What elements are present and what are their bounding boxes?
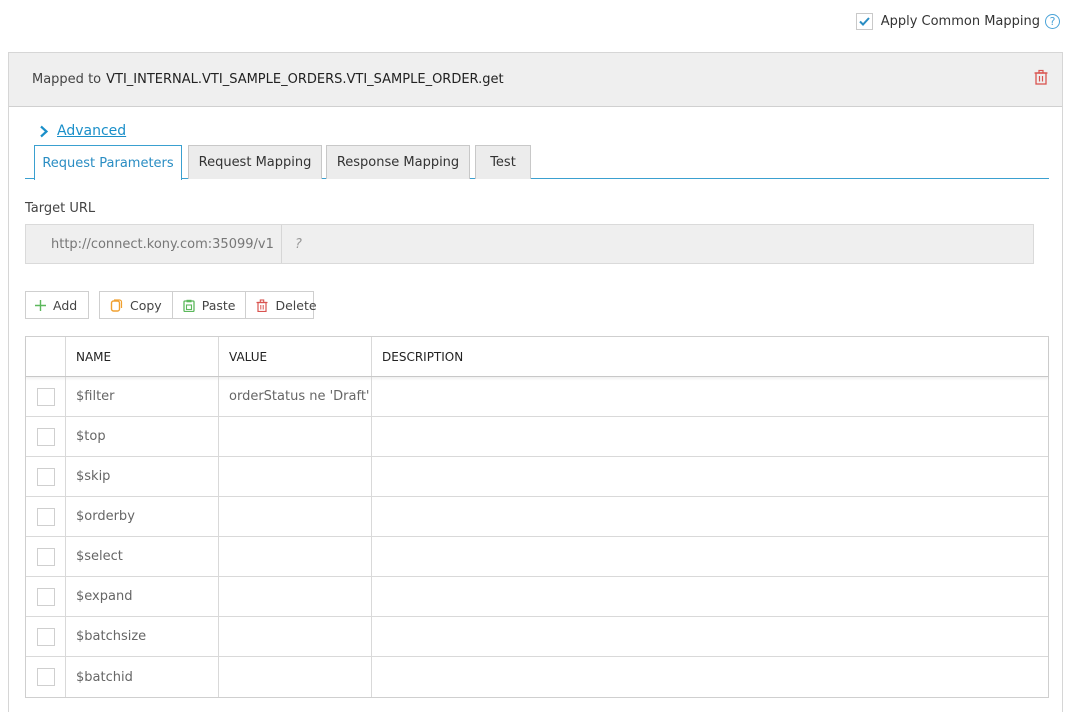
header-select-cell — [26, 337, 66, 376]
param-name[interactable]: $batchid — [66, 657, 219, 697]
tab-request-parameters[interactable]: Request Parameters — [34, 145, 182, 180]
param-name[interactable]: $skip — [66, 457, 219, 496]
target-url-field: http://connect.kony.com:35099/v1 ? — [25, 224, 1034, 264]
row-select-cell — [26, 377, 66, 416]
panel-header: Mapped to VTI_INTERNAL.VTI_SAMPLE_ORDERS… — [9, 53, 1062, 107]
copy-label: Copy — [130, 297, 162, 313]
table-row: $filter orderStatus ne 'Draft' — [26, 377, 1048, 417]
row-checkbox[interactable] — [36, 587, 55, 606]
apply-common-mapping-checkbox[interactable] — [855, 13, 873, 30]
row-checkbox[interactable] — [36, 387, 55, 406]
help-icon[interactable]: ? — [1045, 14, 1060, 29]
param-value[interactable] — [219, 657, 372, 697]
row-select-cell — [26, 617, 66, 656]
table-row: $batchid — [26, 657, 1048, 697]
tab-bar: Request Parameters Request Mapping Respo… — [25, 145, 1049, 180]
row-checkbox[interactable] — [36, 507, 55, 526]
row-checkbox[interactable] — [36, 547, 55, 566]
apply-common-mapping: Apply Common Mapping ? — [855, 13, 1060, 30]
edit-button-group: Copy Paste Delete — [99, 291, 317, 319]
delete-label: Delete — [275, 297, 317, 313]
param-value[interactable] — [219, 497, 372, 536]
param-description[interactable] — [372, 417, 1048, 456]
trash-icon — [1034, 69, 1048, 85]
row-select-cell — [26, 457, 66, 496]
add-button[interactable]: Add — [25, 291, 89, 319]
param-description[interactable] — [372, 577, 1048, 616]
param-description[interactable] — [372, 497, 1048, 536]
advanced-toggle[interactable]: Advanced — [39, 123, 126, 139]
table-row: $batchsize — [26, 617, 1048, 657]
param-value[interactable] — [219, 577, 372, 616]
param-value[interactable] — [219, 417, 372, 456]
copy-button[interactable]: Copy — [100, 292, 173, 318]
table-row: $top — [26, 417, 1048, 457]
row-checkbox[interactable] — [36, 427, 55, 446]
mapped-prefix: Mapped to — [32, 72, 102, 87]
param-name[interactable]: $batchsize — [66, 617, 219, 656]
table-row: $expand — [26, 577, 1048, 617]
paste-button[interactable]: Paste — [173, 292, 247, 318]
param-description[interactable] — [372, 537, 1048, 576]
target-url-path-input[interactable]: ? — [282, 237, 302, 252]
table-header: NAME VALUE DESCRIPTION — [26, 337, 1048, 377]
column-header-description[interactable]: DESCRIPTION — [372, 337, 1048, 376]
delete-mapping-button[interactable] — [1033, 69, 1049, 89]
target-url-label: Target URL — [25, 201, 96, 216]
param-description[interactable] — [372, 617, 1048, 656]
param-value[interactable]: orderStatus ne 'Draft' — [219, 377, 372, 416]
row-select-cell — [26, 497, 66, 536]
param-value[interactable] — [219, 537, 372, 576]
row-checkbox[interactable] — [36, 668, 55, 686]
paste-label: Paste — [201, 297, 236, 313]
column-header-value[interactable]: VALUE — [219, 337, 372, 376]
check-icon — [858, 17, 870, 26]
advanced-label: Advanced — [57, 123, 127, 139]
plus-icon — [35, 299, 46, 311]
add-label: Add — [53, 297, 78, 313]
param-description[interactable] — [372, 657, 1048, 697]
row-select-cell — [26, 417, 66, 456]
mapping-panel: Mapped to VTI_INTERNAL.VTI_SAMPLE_ORDERS… — [8, 52, 1063, 712]
paste-icon — [183, 299, 195, 312]
delete-button[interactable]: Delete — [246, 292, 326, 318]
parameters-table: NAME VALUE DESCRIPTION $filter orderStat… — [25, 336, 1049, 698]
param-description[interactable] — [372, 377, 1048, 416]
param-name[interactable]: $select — [66, 537, 219, 576]
column-header-name[interactable]: NAME — [66, 337, 219, 376]
mapped-target: VTI_INTERNAL.VTI_SAMPLE_ORDERS.VTI_SAMPL… — [106, 72, 504, 87]
param-name[interactable]: $expand — [66, 577, 219, 616]
apply-common-mapping-label: Apply Common Mapping — [880, 14, 1040, 29]
param-description[interactable] — [372, 457, 1048, 496]
copy-icon — [110, 298, 123, 312]
table-row: $skip — [26, 457, 1048, 497]
param-name[interactable]: $orderby — [66, 497, 219, 536]
row-select-cell — [26, 577, 66, 616]
row-checkbox[interactable] — [36, 627, 55, 646]
chevron-right-icon — [40, 125, 49, 137]
table-row: $orderby — [26, 497, 1048, 537]
trash-icon — [256, 298, 268, 312]
tab-test[interactable]: Test — [475, 145, 531, 179]
row-checkbox[interactable] — [36, 467, 55, 486]
param-name[interactable]: $top — [66, 417, 219, 456]
row-select-cell — [26, 537, 66, 576]
param-value[interactable] — [219, 457, 372, 496]
param-name[interactable]: $filter — [66, 377, 219, 416]
target-url-base: http://connect.kony.com:35099/v1 — [26, 225, 282, 263]
param-value[interactable] — [219, 617, 372, 656]
table-row: $select — [26, 537, 1048, 577]
row-select-cell — [26, 657, 66, 697]
tab-response-mapping[interactable]: Response Mapping — [326, 145, 470, 179]
tab-request-mapping[interactable]: Request Mapping — [188, 145, 322, 179]
